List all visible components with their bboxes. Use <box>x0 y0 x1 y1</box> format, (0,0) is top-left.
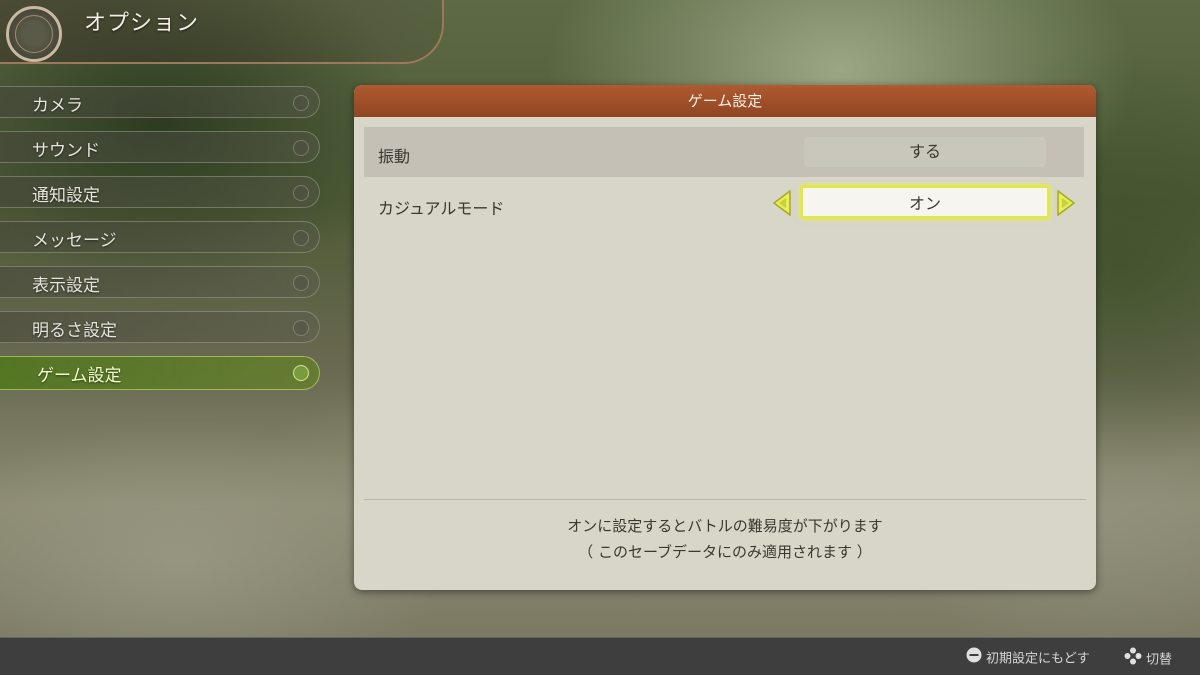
minus-button-icon <box>966 647 982 667</box>
menu-item-label: 表示設定 <box>32 276 100 296</box>
menu-item-label: 通知設定 <box>32 186 100 206</box>
game-options-screen: オプション カメラ サウンド 通知設定 メッセージ 表示設定 明るさ設定 ゲーム… <box>0 0 1200 675</box>
setting-value[interactable]: オン <box>800 185 1050 219</box>
description-line-1: オンに設定するとバトルの難易度が下がります <box>567 517 883 535</box>
menu-item-marker <box>293 320 309 336</box>
switch-label: 切替 <box>1146 652 1173 668</box>
panel-divider <box>364 499 1086 500</box>
dpad-icon <box>1124 647 1142 669</box>
menu-item-camera[interactable]: カメラ <box>0 86 320 118</box>
menu-item-notifications[interactable]: 通知設定 <box>0 176 320 208</box>
menu-item-marker <box>293 365 309 381</box>
setting-label: カジュアルモード <box>378 199 505 218</box>
reset-defaults-hint[interactable]: 初期設定にもどす <box>966 647 1090 667</box>
menu-item-messages[interactable]: メッセージ <box>0 221 320 253</box>
menu-item-sound[interactable]: サウンド <box>0 131 320 163</box>
menu-item-marker <box>293 140 309 156</box>
menu-item-marker <box>293 185 309 201</box>
setting-row-casual-mode[interactable]: カジュアルモード オン <box>364 179 1084 229</box>
menu-item-label: ゲーム設定 <box>37 366 122 386</box>
switch-hint[interactable]: 切替 <box>1124 647 1172 669</box>
triangle-left-icon[interactable] <box>772 190 792 216</box>
menu-item-label: 明るさ設定 <box>32 321 117 341</box>
panel-title: ゲーム設定 <box>354 85 1096 117</box>
menu-item-game-settings[interactable]: ゲーム設定 <box>0 356 320 390</box>
description-line-2: （ このセーブデータにのみ適用されます ） <box>578 543 872 561</box>
reset-defaults-label: 初期設定にもどす <box>986 651 1090 667</box>
menu-item-marker <box>293 95 309 111</box>
setting-description: オンに設定するとバトルの難易度が下がります （ このセーブデータにのみ適用されま… <box>354 513 1096 565</box>
title-emblem <box>6 6 62 62</box>
setting-label: 振動 <box>378 147 411 166</box>
title-plate <box>0 0 444 64</box>
setting-row-vibration[interactable]: 振動 する <box>364 127 1084 177</box>
triangle-right-icon[interactable] <box>1056 190 1076 216</box>
button-hint-bar: 初期設定にもどす 切替 <box>0 637 1200 675</box>
setting-value[interactable]: する <box>804 137 1046 167</box>
options-menu: カメラ サウンド 通知設定 メッセージ 表示設定 明るさ設定 ゲーム設定 <box>0 86 320 403</box>
menu-item-brightness[interactable]: 明るさ設定 <box>0 311 320 343</box>
menu-item-label: メッセージ <box>32 231 117 251</box>
menu-item-marker <box>293 230 309 246</box>
game-settings-panel: ゲーム設定 振動 する カジュアルモード オン オンに設定するとバトルの難易度が… <box>354 85 1096 590</box>
menu-item-label: カメラ <box>32 96 83 116</box>
menu-item-marker <box>293 275 309 291</box>
menu-item-label: サウンド <box>32 141 100 161</box>
menu-item-display[interactable]: 表示設定 <box>0 266 320 298</box>
page-title: オプション <box>84 11 200 36</box>
